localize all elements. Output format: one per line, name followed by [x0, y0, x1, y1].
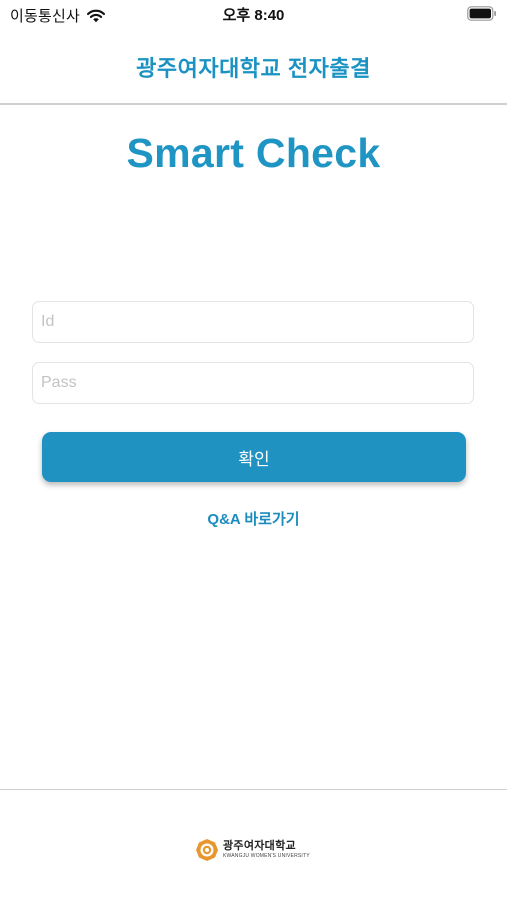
- logo-subtitle: KWANGJU WOMEN'S UNIVERSITY: [223, 853, 310, 859]
- footer-divider: [0, 789, 507, 790]
- clock: 오후 8:40: [222, 7, 285, 24]
- university-logo: 광주여자대학교 KWANGJU WOMEN'S UNIVERSITY: [195, 838, 310, 862]
- battery-icon: [467, 6, 496, 21]
- qa-link[interactable]: Q&A 바로가기: [0, 508, 507, 529]
- status-bar: 이동통신사 오후 8:40: [0, 0, 507, 28]
- id-input[interactable]: [32, 301, 474, 343]
- logo-name: 광주여자대학교: [223, 840, 296, 852]
- page-title: 광주여자대학교 전자출결: [136, 56, 371, 81]
- login-screen: 이동통신사 오후 8:40 광주여자대학교 전자출결 Smart Check 확…: [0, 0, 507, 900]
- logo-text: 광주여자대학교 KWANGJU WOMEN'S UNIVERSITY: [223, 841, 310, 859]
- app-title: Smart Check: [126, 130, 381, 176]
- university-emblem-icon: [196, 839, 218, 861]
- nav-header: 광주여자대학교 전자출결: [0, 28, 507, 105]
- password-input[interactable]: [32, 362, 474, 404]
- confirm-button-label: 확인: [238, 449, 270, 469]
- confirm-button[interactable]: 확인: [42, 432, 466, 482]
